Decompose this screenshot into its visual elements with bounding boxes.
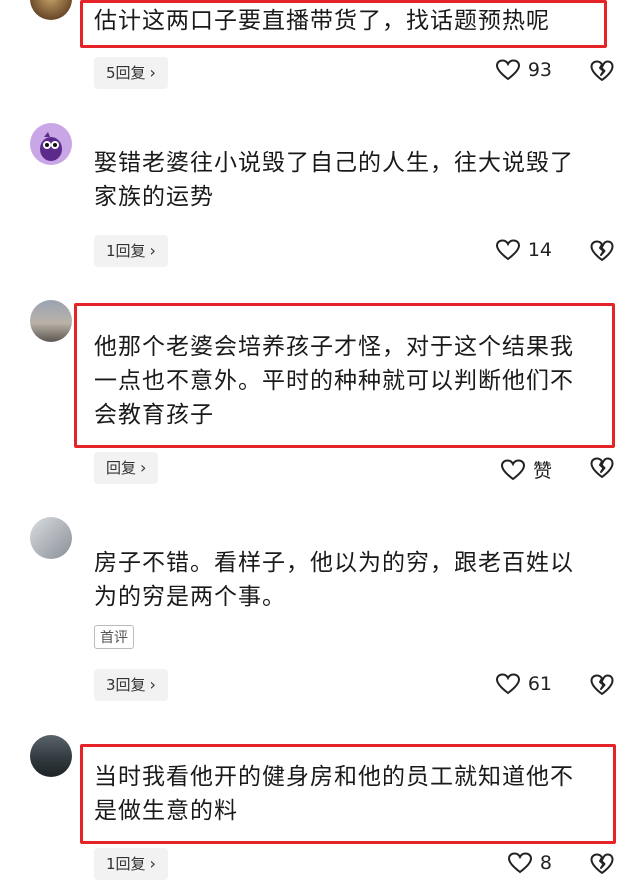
like-button[interactable]: 赞 (500, 456, 552, 483)
reply-button[interactable]: 1回复 › (94, 235, 168, 267)
like-button[interactable]: 8 (507, 852, 552, 874)
chevron-right-icon: › (149, 854, 156, 873)
comment-text: 房子不错。看样子，他以为的穷，跟老百姓以 为的穷是两个事。 (94, 550, 574, 610)
reply-label: 回复 (106, 459, 137, 477)
comment-text: 估计这两口子要直播带货了，找话题预热呢 (94, 8, 550, 34)
heart-outline-icon (507, 852, 532, 874)
chevron-right-icon: › (140, 458, 147, 477)
like-count: 14 (527, 239, 552, 261)
reply-label: 5回复 (106, 64, 146, 82)
avatar[interactable] (30, 123, 72, 165)
heart-outline-icon (495, 59, 520, 81)
heart-outline-icon (500, 458, 525, 480)
reply-button[interactable]: 3回复 › (94, 669, 168, 701)
broken-heart-icon[interactable] (590, 239, 614, 263)
chevron-right-icon: › (149, 63, 156, 82)
reply-button[interactable]: 1回复 › (94, 848, 168, 880)
like-count: 赞 (532, 460, 552, 482)
like-button[interactable]: 61 (495, 673, 552, 695)
avatar[interactable] (30, 0, 72, 20)
like-button[interactable]: 93 (495, 59, 552, 81)
reply-button[interactable]: 回复 › (94, 452, 159, 484)
like-count: 61 (527, 673, 552, 695)
broken-heart-icon[interactable] (590, 852, 614, 876)
heart-outline-icon (495, 239, 520, 261)
reply-label: 1回复 (106, 855, 146, 873)
comment-text: 他那个老婆会培养孩子才怪，对于这个结果我 一点也不意外。平时的种种就可以判断他们… (94, 334, 574, 428)
chevron-right-icon: › (149, 675, 156, 694)
comment-text: 娶错老婆往小说毁了自己的人生，往大说毁了 家族的运势 (94, 150, 574, 210)
avatar-cartoon-icon (40, 132, 62, 161)
first-comment-badge: 首评 (94, 625, 134, 649)
chevron-right-icon: › (149, 241, 156, 260)
avatar[interactable] (30, 300, 72, 342)
broken-heart-icon[interactable] (590, 673, 614, 697)
broken-heart-icon[interactable] (590, 59, 614, 83)
like-count: 8 (539, 852, 552, 874)
heart-outline-icon (495, 673, 520, 695)
like-count: 93 (527, 59, 552, 81)
avatar[interactable] (30, 517, 72, 559)
reply-label: 3回复 (106, 676, 146, 694)
broken-heart-icon[interactable] (590, 456, 614, 480)
reply-button[interactable]: 5回复 › (94, 57, 168, 89)
reply-label: 1回复 (106, 242, 146, 260)
avatar[interactable] (30, 735, 72, 777)
like-button[interactable]: 14 (495, 239, 552, 261)
comment-text: 当时我看他开的健身房和他的员工就知道他不 是做生意的料 (94, 764, 574, 824)
